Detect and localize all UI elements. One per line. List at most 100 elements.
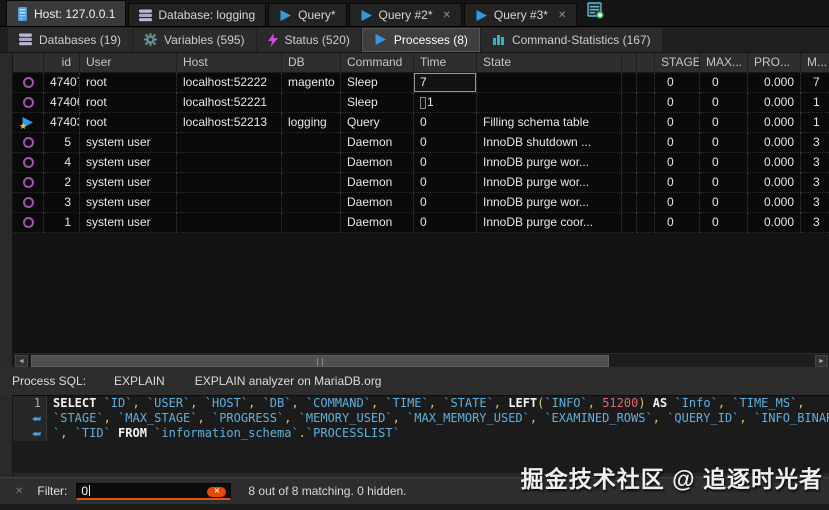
column-header-state[interactable]: State: [477, 53, 622, 73]
sql-code[interactable]: `STAGE`, `MAX_STAGE`, `PROGRESS`, `MEMOR…: [47, 411, 829, 426]
cell-n2[interactable]: [637, 113, 655, 133]
cell-db[interactable]: [282, 153, 341, 173]
cell-progress[interactable]: 0.000: [748, 93, 801, 113]
cell-id[interactable]: 47407: [44, 73, 80, 93]
cell-db[interactable]: [282, 193, 341, 213]
cell-host[interactable]: localhost:52213: [177, 113, 282, 133]
cell-db[interactable]: [282, 133, 341, 153]
scrollbar-thumb[interactable]: [31, 355, 609, 367]
sub-tab-3[interactable]: Processes (8): [362, 28, 480, 52]
cell-command[interactable]: Daemon: [341, 133, 414, 153]
cell-memory[interactable]: 3: [801, 193, 829, 213]
cell-max_stage[interactable]: 0: [700, 153, 748, 173]
cell-id[interactable]: 4: [44, 153, 80, 173]
column-header-max_stage[interactable]: MAX...: [700, 53, 748, 73]
close-icon[interactable]: ✕: [443, 10, 451, 21]
cell-state[interactable]: [477, 73, 622, 93]
column-header-user[interactable]: User: [80, 53, 177, 73]
cell-host[interactable]: [177, 213, 282, 233]
query-tab-0[interactable]: Host: 127.0.0.1: [6, 0, 126, 26]
table-row[interactable]: 3system userDaemon0InnoDB purge wor...00…: [13, 193, 829, 213]
scroll-right-arrow-icon[interactable]: ►: [815, 355, 828, 367]
table-row[interactable]: 5system userDaemon0InnoDB shutdown ...00…: [13, 133, 829, 153]
cell-host[interactable]: localhost:52222: [177, 73, 282, 93]
scroll-left-arrow-icon[interactable]: ◄: [15, 355, 28, 367]
cell-max_stage[interactable]: 0: [700, 193, 748, 213]
cell-state[interactable]: InnoDB purge coor...: [477, 213, 622, 233]
cell-n1[interactable]: [622, 133, 637, 153]
cell-command[interactable]: Sleep: [341, 73, 414, 93]
cell-progress[interactable]: 0.000: [748, 193, 801, 213]
cell-max_stage[interactable]: 0: [700, 213, 748, 233]
cell-command[interactable]: Daemon: [341, 153, 414, 173]
cell-command[interactable]: Daemon: [341, 213, 414, 233]
cell-memory[interactable]: 7: [801, 73, 829, 93]
column-header-id[interactable]: id: [44, 53, 80, 73]
sub-tab-0[interactable]: Databases (19): [8, 28, 132, 52]
cell-command[interactable]: Sleep: [341, 93, 414, 113]
cell-host[interactable]: [177, 133, 282, 153]
filter-input[interactable]: 0 ✕: [76, 483, 231, 500]
cell-id[interactable]: 2: [44, 173, 80, 193]
cell-time[interactable]: 0: [414, 113, 477, 133]
cell-n1[interactable]: [622, 93, 637, 113]
table-row[interactable]: ★47403rootlocalhost:52213loggingQuery0Fi…: [13, 113, 829, 133]
cell-n2[interactable]: [637, 93, 655, 113]
cell-icon[interactable]: [13, 133, 44, 153]
cell-time[interactable]: 0: [414, 173, 477, 193]
column-header-host[interactable]: Host: [177, 53, 282, 73]
column-header-progress[interactable]: PRO...: [748, 53, 801, 73]
cell-stage[interactable]: 0: [655, 133, 700, 153]
column-header-db[interactable]: DB: [282, 53, 341, 73]
cell-stage[interactable]: 0: [655, 193, 700, 213]
table-row[interactable]: 4system userDaemon0InnoDB purge wor...00…: [13, 153, 829, 173]
table-row[interactable]: 47406rootlocalhost:52221Sleep1000.0001: [13, 93, 829, 113]
cell-state[interactable]: [477, 93, 622, 113]
cell-user[interactable]: system user: [80, 173, 177, 193]
cell-memory[interactable]: 3: [801, 133, 829, 153]
cell-memory[interactable]: 3: [801, 213, 829, 233]
cell-max_stage[interactable]: 0: [700, 113, 748, 133]
cell-icon[interactable]: [13, 213, 44, 233]
cell-memory[interactable]: 3: [801, 153, 829, 173]
cell-state[interactable]: InnoDB purge wor...: [477, 173, 622, 193]
clear-input-icon[interactable]: ✕: [207, 487, 226, 497]
cell-stage[interactable]: 0: [655, 73, 700, 93]
cell-id[interactable]: 1: [44, 213, 80, 233]
cell-host[interactable]: localhost:52221: [177, 93, 282, 113]
cell-time[interactable]: 0: [414, 133, 477, 153]
cell-n1[interactable]: [622, 173, 637, 193]
cell-n1[interactable]: [622, 113, 637, 133]
cell-n1[interactable]: [622, 213, 637, 233]
cell-stage[interactable]: 0: [655, 93, 700, 113]
cell-command[interactable]: Query: [341, 113, 414, 133]
cell-state[interactable]: InnoDB shutdown ...: [477, 133, 622, 153]
cell-host[interactable]: [177, 153, 282, 173]
cell-max_stage[interactable]: 0: [700, 133, 748, 153]
cell-progress[interactable]: 0.000: [748, 153, 801, 173]
cell-time[interactable]: 0: [414, 193, 477, 213]
column-header-command[interactable]: Command: [341, 53, 414, 73]
cell-stage[interactable]: 0: [655, 173, 700, 193]
cell-time[interactable]: 7: [414, 73, 477, 93]
cell-state[interactable]: Filling schema table: [477, 113, 622, 133]
column-header-memory[interactable]: M...: [801, 53, 829, 73]
cell-n2[interactable]: [637, 213, 655, 233]
table-row[interactable]: 1system userDaemon0InnoDB purge coor...0…: [13, 213, 829, 233]
cell-user[interactable]: system user: [80, 153, 177, 173]
cell-db[interactable]: magento: [282, 73, 341, 93]
cell-max_stage[interactable]: 0: [700, 173, 748, 193]
cell-id[interactable]: 47403: [44, 113, 80, 133]
cell-progress[interactable]: 0.000: [748, 213, 801, 233]
explain-link[interactable]: EXPLAIN: [114, 374, 165, 388]
process-list-grid[interactable]: idUserHostDBCommandTimeStateSTAGEMAX...P…: [13, 53, 829, 353]
horizontal-scrollbar[interactable]: ◄ ►: [13, 353, 829, 367]
cell-icon[interactable]: [13, 173, 44, 193]
column-header-time[interactable]: Time: [414, 53, 477, 73]
query-tab-1[interactable]: Database: logging: [128, 3, 266, 26]
cell-n1[interactable]: [622, 193, 637, 213]
cell-id[interactable]: 47406: [44, 93, 80, 113]
cell-user[interactable]: root: [80, 93, 177, 113]
column-header-n2[interactable]: [637, 53, 655, 73]
cell-progress[interactable]: 0.000: [748, 73, 801, 93]
